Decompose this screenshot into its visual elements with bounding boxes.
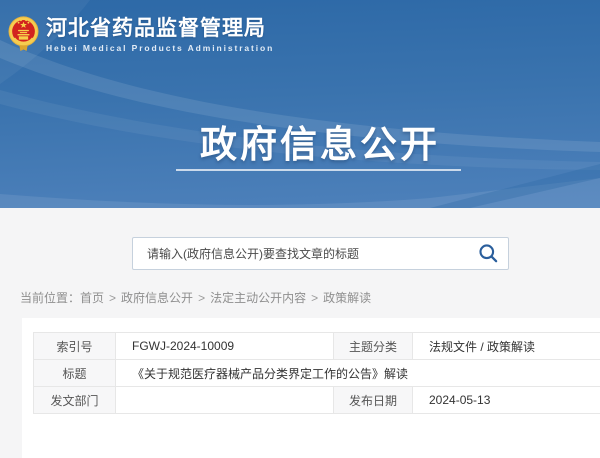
breadcrumb: 当前位置：首页 > 政府信息公开 > 法定主动公开内容 > 政策解读 <box>20 289 371 306</box>
title-value: 《关于规范医疗器械产品分类界定工作的公告》解读 <box>116 360 600 387</box>
index-number-value: FGWJ-2024-10009 <box>116 333 334 360</box>
document-info-panel: 索引号 FGWJ-2024-10009 主题分类 法规文件 / 政策解读 标题 … <box>22 318 600 458</box>
index-number-label: 索引号 <box>34 333 116 360</box>
national-emblem-icon <box>8 14 39 54</box>
search-input[interactable] <box>133 238 468 269</box>
breadcrumb-item-home[interactable]: 首页 <box>80 291 104 305</box>
site-name-en: Hebei Medical Products Administration <box>46 43 274 53</box>
page-banner-title: 政府信息公开 <box>0 114 600 168</box>
site-name-zh: 河北省药品监督管理局 <box>46 18 274 40</box>
breadcrumb-separator: > <box>109 291 116 305</box>
breadcrumb-separator: > <box>311 291 318 305</box>
document-info-table: 索引号 FGWJ-2024-10009 主题分类 法规文件 / 政策解读 标题 … <box>33 332 600 414</box>
topic-category-label: 主题分类 <box>334 333 413 360</box>
publish-date-value: 2024-05-13 <box>413 387 600 414</box>
search-box <box>132 237 509 270</box>
publish-date-label: 发布日期 <box>334 387 413 414</box>
site-header: 河北省药品监督管理局 Hebei Medical Products Admini… <box>0 0 600 208</box>
title-label: 标题 <box>34 360 116 387</box>
breadcrumb-item-policy-interpretation[interactable]: 政策解读 <box>323 291 371 305</box>
issuing-department-value <box>116 387 334 414</box>
breadcrumb-item-gov-info[interactable]: 政府信息公开 <box>121 291 193 305</box>
topic-category-value: 法规文件 / 政策解读 <box>413 333 600 360</box>
banner-underline <box>176 169 461 171</box>
issuing-department-label: 发文部门 <box>34 387 116 414</box>
table-row: 索引号 FGWJ-2024-10009 主题分类 法规文件 / 政策解读 <box>34 333 600 360</box>
breadcrumb-separator: > <box>198 291 205 305</box>
table-row: 发文部门 发布日期 2024-05-13 <box>34 387 600 414</box>
search-button[interactable] <box>468 238 508 269</box>
site-logo[interactable]: 河北省药品监督管理局 Hebei Medical Products Admini… <box>8 14 274 54</box>
search-icon <box>478 243 499 264</box>
breadcrumb-label: 当前位置： <box>20 291 80 305</box>
table-row: 标题 《关于规范医疗器械产品分类界定工作的公告》解读 <box>34 360 600 387</box>
breadcrumb-item-statutory-disclosure[interactable]: 法定主动公开内容 <box>210 291 306 305</box>
site-title-group: 河北省药品监督管理局 Hebei Medical Products Admini… <box>46 16 274 53</box>
